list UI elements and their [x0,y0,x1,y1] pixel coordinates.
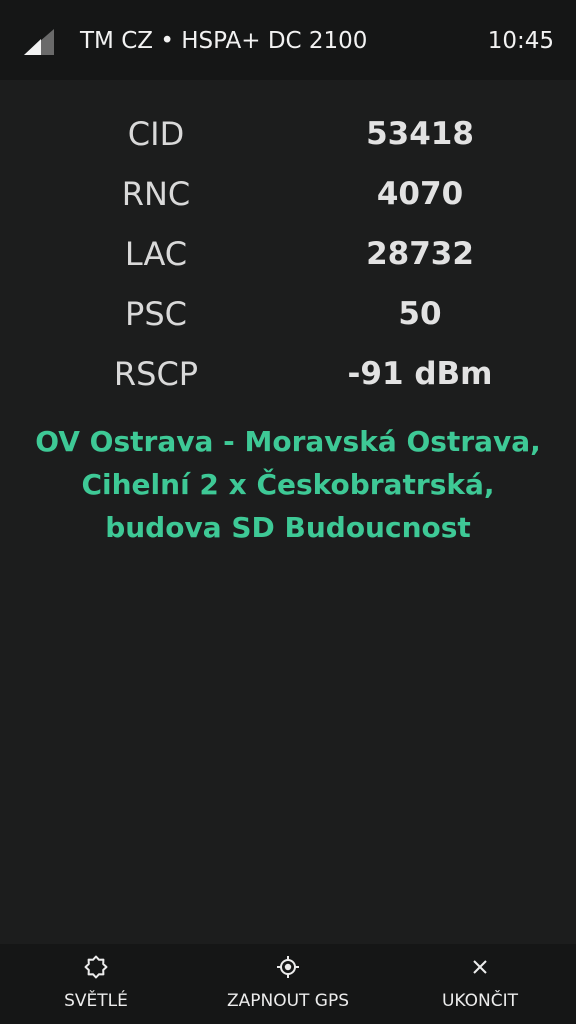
brightness-icon [84,955,108,979]
quit-label: UKONČIT [441,991,519,1011]
action-bar: SVĚTLÉ ZAPNOUT GPS UKONČIT [0,944,576,1024]
close-icon [473,960,487,974]
info-row-cid: CID 53418 [0,104,576,164]
gps-icon [277,956,299,978]
info-row-lac: LAC 28732 [0,224,576,284]
cid-label: CID [127,115,185,153]
clock: 10:45 [487,28,554,54]
rnc-value: 4070 [376,176,464,212]
psc-value: 50 [398,296,442,332]
network-info: TM CZ • HSPA+ DC 2100 [80,28,368,54]
lac-label: LAC [124,235,188,273]
rscp-label: RSCP [113,355,199,393]
info-row-rnc: RNC 4070 [0,164,576,224]
lac-value: 28732 [366,236,474,272]
location-line-3: budova SD Budoucnost [105,511,471,544]
light-theme-label: SVĚTLÉ [64,991,128,1011]
location-line-1: OV Ostrava - Moravská Ostrava, [35,425,541,458]
info-row-rscp: RSCP -91 dBm [0,344,576,404]
status-bar: TM CZ • HSPA+ DC 2100 10:45 [0,0,576,80]
signal-strength-icon [24,29,54,55]
cell-info-table: CID 53418 RNC 4070 LAC 28732 PSC 50 RSCP… [0,104,576,404]
psc-label: PSC [125,295,187,333]
location-line-2: Cihelní 2 x Českobratrská, [81,468,495,501]
light-theme-button[interactable]: SVĚTLÉ [40,944,152,1024]
enable-gps-label: ZAPNOUT GPS [226,991,350,1011]
cell-location-text: OV Ostrava - Moravská Ostrava, Cihelní 2… [10,420,566,549]
quit-button[interactable]: UKONČIT [420,944,540,1024]
enable-gps-button[interactable]: ZAPNOUT GPS [208,944,368,1024]
rscp-value: -91 dBm [347,356,493,392]
rnc-label: RNC [121,175,191,213]
info-row-psc: PSC 50 [0,284,576,344]
cid-value: 53418 [366,116,474,152]
